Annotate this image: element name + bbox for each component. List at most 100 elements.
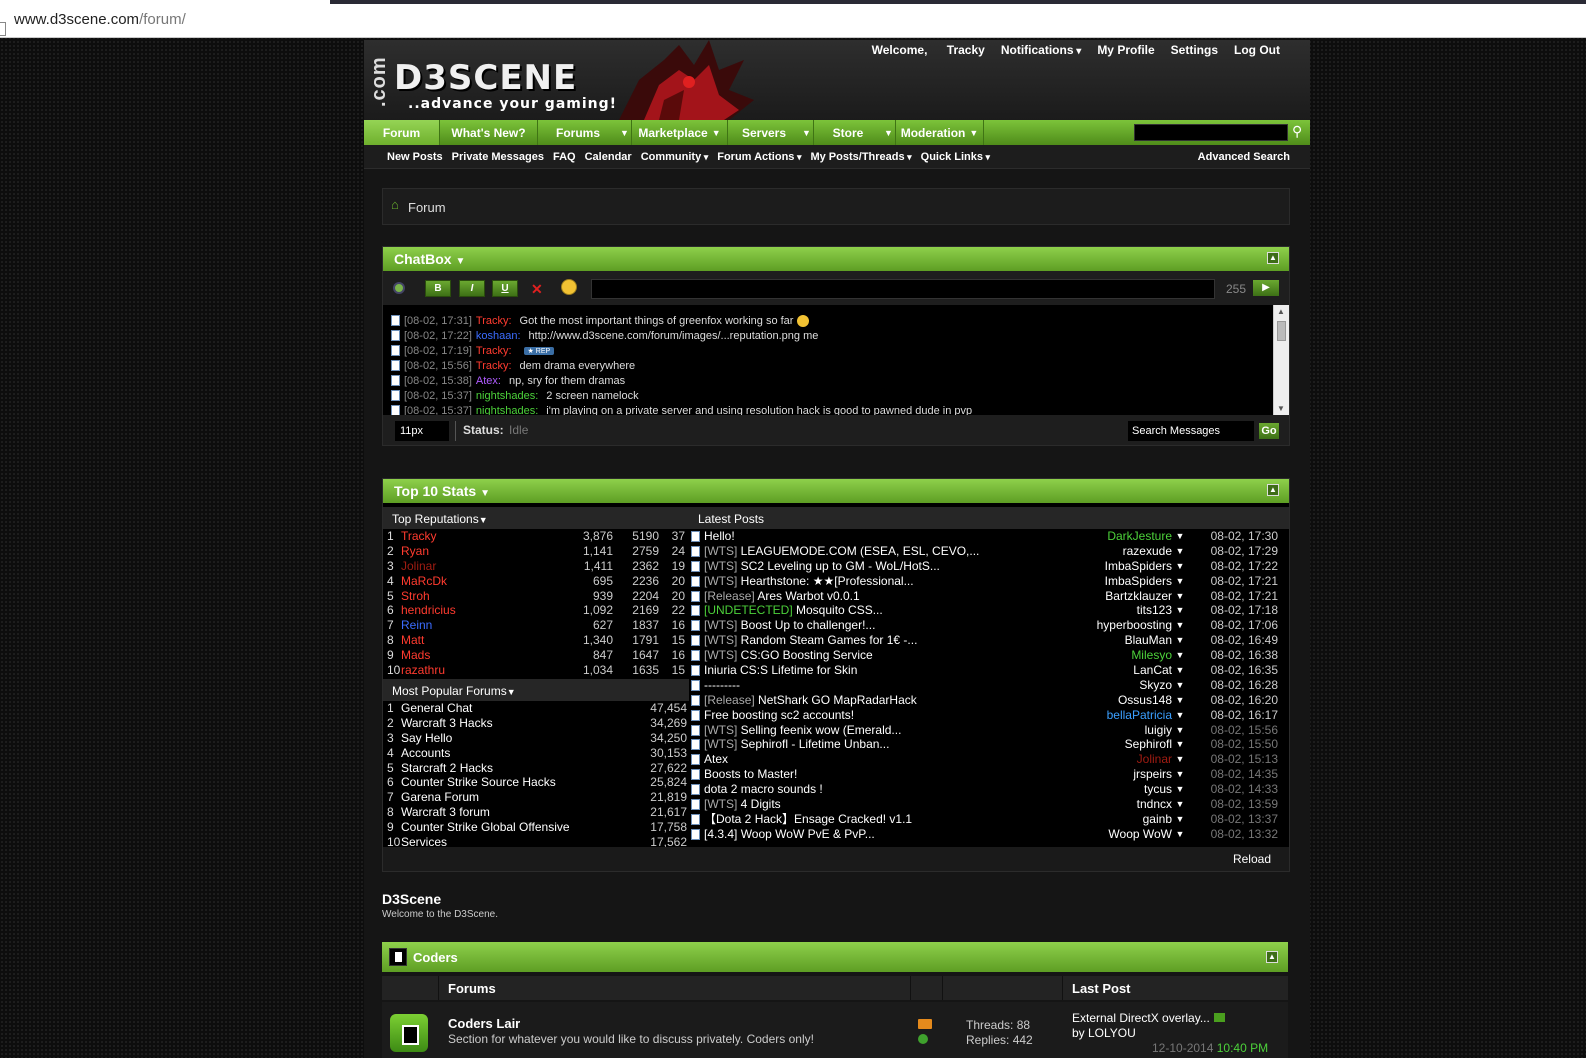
chat-user[interactable]: Tracky: — [476, 360, 512, 372]
thread-link[interactable]: [UNDETECTED] Mosquito CSS... — [704, 603, 1072, 618]
thread-link[interactable]: Boosts to Master! — [704, 767, 1072, 782]
tab-marketplace[interactable]: Marketplace ▼ — [632, 120, 728, 145]
tab-moderation[interactable]: Moderation ▼ — [896, 120, 984, 145]
dropdown-arrow-icon[interactable]: ▼ — [1172, 752, 1188, 767]
site-logo[interactable]: D3SCENE — [394, 58, 577, 98]
tab-servers-dropdown[interactable]: ▼ — [800, 120, 814, 145]
dropdown-arrow-icon[interactable]: ▼ — [1172, 723, 1188, 738]
dropdown-arrow-icon[interactable]: ▼ — [1172, 827, 1188, 842]
subnav-forum-actions[interactable]: Forum Actions — [717, 151, 801, 163]
thread-link[interactable]: [Release] NetShark GO MapRadarHack — [704, 693, 1072, 708]
underline-button[interactable]: U — [492, 280, 518, 297]
subnav-private-messages[interactable]: Private Messages — [452, 151, 544, 163]
top-reputations-header[interactable]: Top Reputations▼ — [383, 507, 689, 529]
thread-link[interactable]: [WTS] CS:GO Boosting Service — [704, 648, 1072, 663]
thread-link[interactable]: [WTS] Boost Up to challenger!... — [704, 618, 1072, 633]
member-link[interactable]: Ryan — [401, 544, 551, 559]
search-icon[interactable]: ⚲ — [1292, 123, 1308, 141]
poster-link[interactable]: Woop WoW — [1072, 827, 1172, 842]
tab-store-dropdown[interactable]: ▼ — [882, 120, 896, 145]
subnav-my-posts[interactable]: My Posts/Threads — [810, 151, 911, 163]
dropdown-arrow-icon[interactable]: ▼ — [1172, 618, 1188, 633]
thread-link[interactable]: [WTS] LEAGUEMODE.COM (ESEA, ESL, CEVO,..… — [704, 544, 1072, 559]
subnav-faq[interactable]: FAQ — [553, 151, 576, 163]
member-link[interactable]: Tracky — [401, 529, 551, 544]
thread-link[interactable]: Atex — [704, 752, 1072, 767]
collapse-icon[interactable]: ▲ — [1266, 951, 1278, 963]
poster-link[interactable]: tndncx — [1072, 797, 1172, 812]
poster-link[interactable]: ImbaSpiders — [1072, 574, 1172, 589]
forum-link[interactable]: Counter Strike Global Offensive — [401, 820, 645, 835]
my-profile-link[interactable]: My Profile — [1097, 43, 1154, 57]
most-popular-header[interactable]: Most Popular Forums▼ — [383, 679, 689, 701]
browser-address-bar[interactable]: www.d3scene.com/forum/ — [0, 0, 1586, 38]
thread-link[interactable]: [WTS] Random Steam Games for 1€ -... — [704, 633, 1072, 648]
poster-link[interactable]: LanCat — [1072, 663, 1172, 678]
dropdown-arrow-icon[interactable]: ▼ — [1172, 589, 1188, 604]
poster-link[interactable]: Bartzklauzer — [1072, 589, 1172, 604]
poster-link[interactable]: bellaPatricia — [1072, 708, 1172, 723]
chat-user[interactable]: Tracky: — [476, 345, 512, 357]
member-link[interactable]: Reinn — [401, 618, 551, 633]
poster-link[interactable]: BlauMan — [1072, 633, 1172, 648]
poster-link[interactable]: hyperboosting — [1072, 618, 1172, 633]
poster-link[interactable]: Jolinar — [1072, 752, 1172, 767]
poster-link[interactable]: Skyzo — [1072, 678, 1172, 693]
chat-user[interactable]: nightshades: — [476, 390, 538, 402]
reload-button[interactable]: Reload — [1233, 852, 1271, 866]
forum-link[interactable]: General Chat — [401, 701, 645, 716]
notifications-menu[interactable]: Notifications — [1001, 43, 1081, 57]
dropdown-arrow-icon[interactable]: ▼ — [1172, 797, 1188, 812]
poster-link[interactable]: Milesyo — [1072, 648, 1172, 663]
tab-forum[interactable]: Forum — [364, 120, 440, 145]
member-link[interactable]: Jolinar — [401, 559, 551, 574]
tab-forums[interactable]: Forums — [538, 120, 618, 145]
chatbox-title[interactable]: ChatBox ▼ — [394, 251, 465, 267]
dropdown-arrow-icon[interactable]: ▼ — [1172, 737, 1188, 752]
tab-store[interactable]: Store — [814, 120, 882, 145]
dropdown-arrow-icon[interactable]: ▼ — [1172, 812, 1188, 827]
thread-link[interactable]: dota 2 macro sounds ! — [704, 782, 1072, 797]
thread-link[interactable]: Iniuria CS:S Lifetime for Skin — [704, 663, 1072, 678]
thread-link[interactable]: [4.3.4] Woop WoW PvE & PvP... — [704, 827, 1072, 842]
forum-link[interactable]: Warcraft 3 Hacks — [401, 716, 645, 731]
poster-link[interactable]: gainb — [1072, 812, 1172, 827]
status-value[interactable]: Idle — [509, 423, 528, 437]
goto-post-icon[interactable] — [1213, 1013, 1225, 1022]
thread-link[interactable]: [WTS] 4 Digits — [704, 797, 1072, 812]
dropdown-arrow-icon[interactable]: ▼ — [1172, 529, 1188, 544]
advanced-search-link[interactable]: Advanced Search — [1198, 151, 1290, 163]
dropdown-arrow-icon[interactable]: ▼ — [1172, 782, 1188, 797]
collapse-icon[interactable]: ▲ — [1267, 484, 1279, 496]
top10-title[interactable]: Top 10 Stats ▼ — [394, 483, 490, 499]
home-icon[interactable]: ⌂ — [391, 198, 403, 211]
thread-link[interactable]: [WTS] Selling feenix wow (Emerald... — [704, 723, 1072, 738]
forum-link[interactable]: Accounts — [401, 746, 645, 761]
rss-icon[interactable] — [918, 1019, 932, 1029]
dropdown-arrow-icon[interactable]: ▼ — [1172, 559, 1188, 574]
poster-link[interactable]: tycus — [1072, 782, 1172, 797]
poster-link[interactable]: razexude — [1072, 544, 1172, 559]
thread-link[interactable]: Free boosting sc2 accounts! — [704, 708, 1072, 723]
search-go-button[interactable]: Go — [1259, 423, 1279, 439]
color-picker-icon[interactable]: ✕ — [531, 281, 543, 298]
forum-link[interactable]: Warcraft 3 forum — [401, 805, 645, 820]
logout-link[interactable]: Log Out — [1234, 43, 1280, 57]
member-link[interactable]: Stroh — [401, 589, 551, 604]
bold-button[interactable]: B — [425, 280, 451, 297]
collapse-icon[interactable]: ▲ — [1267, 252, 1279, 264]
poster-link[interactable]: jrspeirs — [1072, 767, 1172, 782]
dropdown-arrow-icon[interactable]: ▼ — [1172, 574, 1188, 589]
thread-link[interactable]: [WTS] Hearthstone: ★★[Professional... — [704, 574, 1072, 589]
refresh-icon[interactable] — [393, 282, 405, 294]
member-link[interactable]: MaRcDk — [401, 574, 551, 589]
poster-link[interactable]: Sephirofl — [1072, 737, 1172, 752]
dropdown-arrow-icon[interactable]: ▼ — [1172, 767, 1188, 782]
chat-user[interactable]: Atex: — [476, 375, 501, 387]
subnav-quick-links[interactable]: Quick Links — [921, 151, 990, 163]
member-link[interactable]: hendricius — [401, 603, 551, 618]
poster-link[interactable]: luigiy — [1072, 723, 1172, 738]
last-post-author[interactable]: by LOLYOU — [1072, 1026, 1136, 1040]
forum-link[interactable]: Starcraft 2 Hacks — [401, 761, 645, 776]
dropdown-arrow-icon[interactable]: ▼ — [1172, 603, 1188, 618]
